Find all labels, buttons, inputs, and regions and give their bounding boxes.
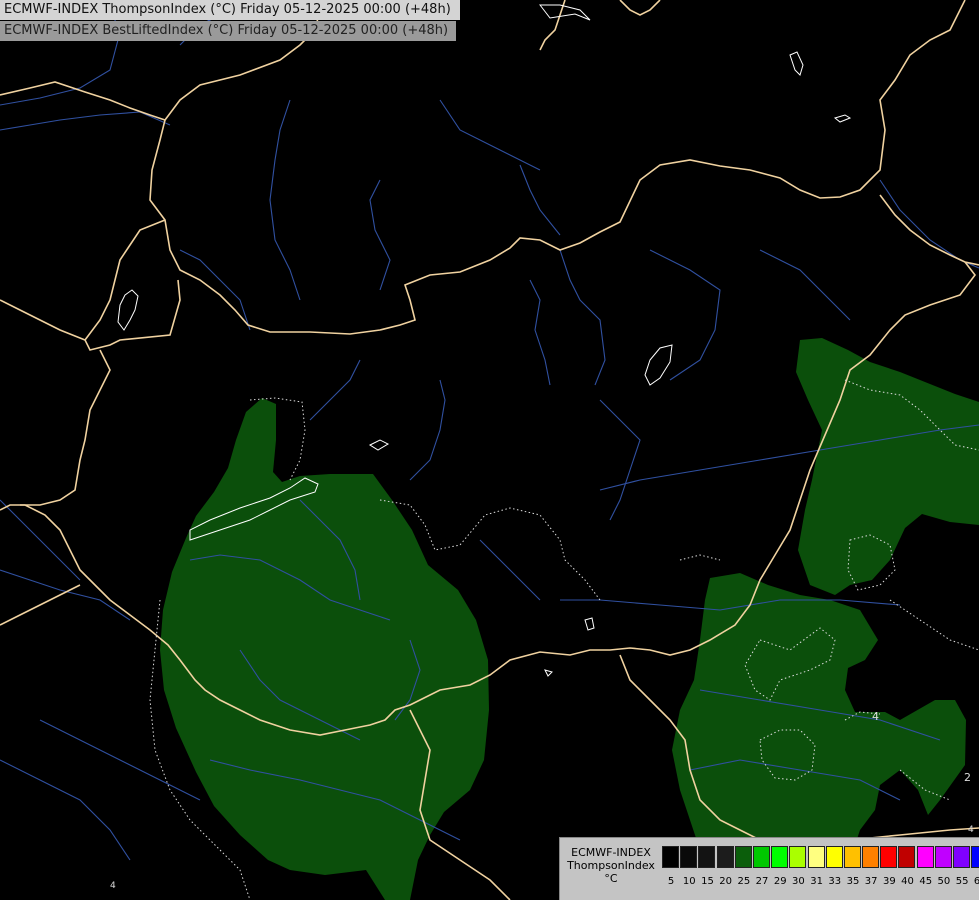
- isoline-label: 4: [968, 825, 974, 835]
- isoline-label: 4: [872, 710, 879, 723]
- legend-ticks: 5 10 15 20 25 27 29 30 31 33 35 37 39 40 45 50 55 60: [662, 876, 979, 887]
- legend-tick-label: 35: [846, 876, 860, 887]
- legend-tick-label: 33: [828, 876, 842, 887]
- legend-swatch: [734, 846, 752, 868]
- legend-unit: °C: [604, 872, 618, 885]
- legend-title: ECMWF-INDEX ThompsonIndex °C: [562, 846, 660, 885]
- legend-swatch: [953, 846, 970, 868]
- legend-tick-label: 25: [737, 876, 751, 887]
- isoline-label: 2: [964, 771, 971, 784]
- legend-parameter: ThompsonIndex: [567, 859, 655, 872]
- legend-swatch: [916, 846, 934, 868]
- legend-swatch: [771, 846, 789, 868]
- legend-model: ECMWF-INDEX: [571, 846, 651, 859]
- legend-swatch: [934, 846, 952, 868]
- legend-swatch: [789, 846, 807, 868]
- legend-swatch: [807, 846, 825, 868]
- legend-swatch: [843, 846, 861, 868]
- legend-tick-label: 40: [901, 876, 914, 887]
- legend-tick-label: 39: [882, 876, 896, 887]
- legend-swatch: [698, 846, 716, 868]
- legend-tick-label: 55: [955, 876, 969, 887]
- legend-tick-label: 29: [773, 876, 787, 887]
- legend-tick-label: 31: [810, 876, 823, 887]
- legend-tick-label: 10: [682, 876, 696, 887]
- legend-tick-label: 45: [919, 876, 933, 887]
- forecast-title-primary: ECMWF-INDEX ThompsonIndex (°C) Friday 05…: [0, 0, 460, 20]
- legend-swatch: [662, 846, 679, 868]
- legend-tick-label: 60: [973, 876, 979, 887]
- legend-tick-label: 37: [864, 876, 878, 887]
- legend-tick-label: 30: [792, 876, 805, 887]
- forecast-title-secondary: ECMWF-INDEX BestLiftedIndex (°C) Friday …: [0, 21, 456, 41]
- legend-swatch: [898, 846, 916, 868]
- legend-tick-label: 15: [701, 876, 714, 887]
- legend-swatch: [752, 846, 770, 868]
- isoline-label: 4: [110, 881, 116, 891]
- weather-map: 4 2 4 4: [0, 0, 979, 900]
- legend-swatches: [662, 846, 979, 868]
- legend-swatch: [680, 846, 698, 868]
- legend-tick-label: 27: [755, 876, 769, 887]
- color-legend: ECMWF-INDEX ThompsonIndex °C 5 10 15 20 25 27…: [559, 837, 979, 900]
- legend-swatch: [880, 846, 898, 868]
- legend-tick-label: 5: [667, 876, 675, 887]
- legend-swatch: [825, 846, 843, 868]
- legend-swatch: [862, 846, 880, 868]
- legend-tick-label: 50: [937, 876, 951, 887]
- legend-tick-label: 20: [719, 876, 733, 887]
- legend-swatch: [971, 846, 979, 868]
- legend-swatch: [716, 846, 734, 868]
